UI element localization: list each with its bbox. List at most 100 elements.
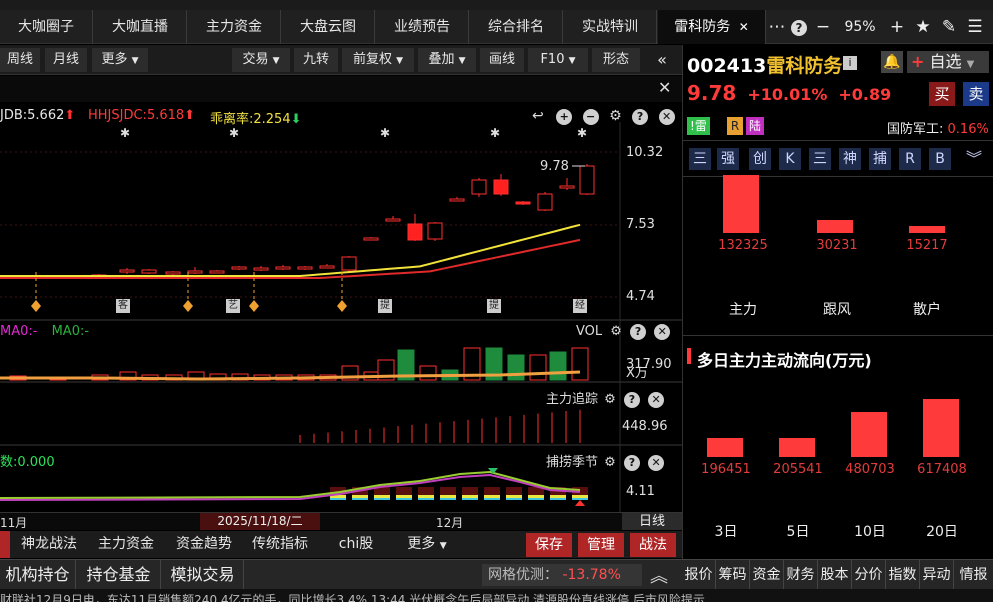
season-strip	[484, 498, 500, 500]
nav-bu[interactable]: 捕	[869, 148, 891, 170]
rtab-caiwu[interactable]: 财务	[784, 560, 818, 590]
flow-value-retail: 15217	[906, 238, 948, 253]
event-box-jing[interactable]: 经	[573, 299, 587, 313]
close-icon[interactable]: ✕	[654, 324, 671, 340]
rtab-chouma[interactable]: 筹码	[716, 560, 750, 590]
overlay-button[interactable]: 叠加 ▼	[418, 48, 476, 72]
nav-k[interactable]: K	[779, 148, 801, 170]
nav-chuang[interactable]: 创	[749, 148, 771, 170]
manage-button[interactable]: 管理	[578, 533, 624, 557]
rtab-zijin[interactable]: 资金	[750, 560, 784, 590]
rtab-qingbao[interactable]: 情报	[954, 560, 993, 590]
tab-zhulizijin[interactable]: 主力资金	[88, 531, 164, 558]
tab-zijinqushi[interactable]: 资金趋势	[166, 531, 242, 558]
tab-chigu[interactable]: chi股	[318, 531, 394, 558]
nav-r[interactable]: R	[899, 148, 921, 170]
more-periods-button[interactable]: 更多 ▼	[92, 48, 148, 72]
tab-dakaquanzi[interactable]: 大咖圈子	[0, 10, 93, 44]
help-icon[interactable]: ?	[788, 10, 810, 44]
period-label[interactable]: 日线	[622, 513, 682, 530]
tag-r[interactable]: R	[727, 117, 743, 135]
zoom-in-icon[interactable]: +	[556, 109, 573, 125]
weekly-button[interactable]: 周线	[0, 48, 40, 72]
tab-dapanyuntu[interactable]: 大盘云图	[282, 10, 375, 44]
f10-button[interactable]: F10 ▼	[528, 48, 588, 72]
candle-body	[559, 185, 575, 189]
help-icon[interactable]: ?	[623, 392, 640, 408]
nav-qiang[interactable]: 强	[717, 148, 739, 170]
rtab-yidong[interactable]: 异动	[920, 560, 954, 590]
expand-up-icon[interactable]: ︽	[650, 562, 668, 588]
menu-icon[interactable]: ☰	[964, 10, 986, 44]
nine-turn-button[interactable]: 九转	[294, 48, 338, 72]
settings-icon[interactable]: ⚙	[604, 455, 616, 470]
more-icon[interactable]: ⋯	[766, 10, 788, 44]
event-box-yi[interactable]: 艺	[226, 299, 240, 313]
nav-san[interactable]: 三	[689, 148, 711, 170]
tab-yejiyugao[interactable]: 业绩预告	[376, 10, 469, 44]
dropdown-icon: ▼	[439, 541, 447, 551]
tag-lei[interactable]: !雷	[687, 117, 710, 135]
minimize-icon[interactable]: −	[812, 10, 834, 44]
adjust-button[interactable]: 前复权 ▼	[342, 48, 414, 72]
settings-icon[interactable]: ⚙	[609, 108, 622, 124]
tab-shenlong[interactable]: 神龙战法	[12, 531, 86, 558]
candle-body	[579, 165, 595, 195]
tab-shizhantexun[interactable]: 实战特训	[564, 10, 657, 44]
help-icon[interactable]: ?	[630, 324, 647, 340]
tab-chicangjijin[interactable]: 持仓基金	[77, 560, 161, 590]
settings-icon[interactable]: ⚙	[604, 392, 616, 407]
candle-body	[141, 269, 157, 274]
sector-line[interactable]: 国防军工: 0.16%	[887, 118, 989, 137]
bell-icon[interactable]: 🔔	[881, 51, 903, 73]
rtab-zhishu[interactable]: 指数	[886, 560, 920, 590]
tab-monijiaoyi[interactable]: 模拟交易	[162, 560, 244, 590]
nav-san-2[interactable]: 三	[809, 148, 831, 170]
help-icon[interactable]: ?	[623, 455, 640, 471]
monthly-button[interactable]: 月线	[45, 48, 87, 72]
settings-icon[interactable]: ⚙	[610, 324, 622, 339]
tab-zonghepaiming[interactable]: 综合排名	[470, 10, 563, 44]
nav-b[interactable]: B	[929, 148, 951, 170]
save-button[interactable]: 保存	[526, 533, 572, 557]
close-icon[interactable]: ✕	[648, 392, 665, 408]
tag-lu[interactable]: 陆	[746, 117, 764, 135]
close-icon[interactable]: ✕	[648, 455, 665, 471]
rtab-fenjia[interactable]: 分价	[852, 560, 886, 590]
tab-jigouchicang[interactable]: 机构持仓	[0, 560, 76, 590]
help-icon[interactable]: ?	[632, 109, 649, 125]
tab-more[interactable]: 更多 ▼	[396, 531, 458, 558]
star-icon[interactable]: ★	[912, 10, 934, 44]
draw-line-button[interactable]: 画线	[480, 48, 524, 72]
tab-leikefangwu[interactable]: 雷科防务 ✕	[658, 10, 766, 44]
expand-down-icon[interactable]: ︾	[963, 148, 985, 170]
plus-icon[interactable]: +	[886, 10, 908, 44]
news-ticker[interactable]: 财联社12月9日电，东达11月销售额240.4亿元的手，同比增长3.4% 13:…	[0, 589, 993, 602]
info-icon[interactable]: i	[843, 56, 857, 70]
collapse-icon[interactable]: «	[648, 48, 676, 72]
buy-button[interactable]: 买	[929, 82, 955, 106]
event-box-ti[interactable]: 提	[378, 299, 392, 313]
rtab-baojia[interactable]: 报价	[682, 560, 716, 590]
sell-button[interactable]: 卖	[963, 82, 989, 106]
candle-body	[385, 218, 401, 222]
tab-chuantongzhibiao[interactable]: 传统指标	[244, 531, 316, 558]
close-icon[interactable]: ✕	[739, 20, 749, 34]
close-icon[interactable]: ✕	[658, 78, 671, 97]
tab-dakazhibo[interactable]: 大咖直播	[94, 10, 187, 44]
trade-button[interactable]: 交易 ▼	[232, 48, 290, 72]
rtab-guben[interactable]: 股本	[818, 560, 852, 590]
pattern-button[interactable]: 形态	[592, 48, 640, 72]
tab-zhulizijin[interactable]: 主力资金	[188, 10, 281, 44]
close-icon[interactable]: ✕	[658, 109, 675, 125]
strategy-button[interactable]: 战法	[630, 533, 676, 557]
add-favorite-button[interactable]: + 自选 ▼	[907, 51, 989, 73]
event-box-ke[interactable]: 客	[116, 299, 130, 313]
nav-shen[interactable]: 神	[839, 148, 861, 170]
zoom-out-icon[interactable]: −	[582, 109, 599, 125]
event-box-ti-2[interactable]: 提	[487, 299, 501, 313]
back-icon[interactable]: ↩	[532, 108, 544, 124]
grid-test-box[interactable]: 网格优测： -13.78%	[482, 564, 642, 586]
stock-code: 002413	[687, 55, 767, 77]
edit-icon[interactable]: ✎	[938, 10, 960, 44]
